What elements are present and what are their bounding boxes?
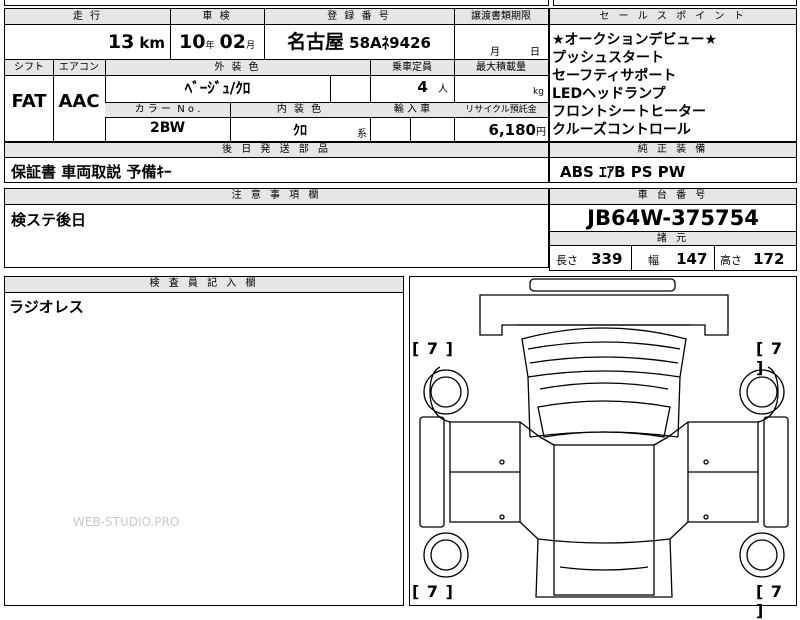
registration-number: 名古屋 58Aﾈ9426 <box>287 31 431 53</box>
diagram-label-top-right: [ 7 ] <box>756 339 784 377</box>
aircon-header: エアコン <box>59 62 99 73</box>
max-load-unit: kg <box>533 87 544 97</box>
inspector-header: 検 査 員 記 入 欄 <box>5 277 403 293</box>
accessories-box: 後 日 発 送 部 品 保証書 車両取説 予備ｷｰ <box>4 142 549 183</box>
shift-value: FAT <box>11 91 47 112</box>
shaken-header: 車 検 <box>202 11 232 22</box>
dimensions-header: 諸 元 <box>550 231 796 246</box>
recycle-value: 6,180円 <box>488 121 546 139</box>
vehicle-info-table: 走 行 車 検 登 録 番 号 譲渡書類期限 13 km 10年 02月 名古屋… <box>4 8 549 142</box>
int-color-value: ｸﾛ <box>293 123 307 139</box>
sales-point-line: ★オークションデビュー★ <box>552 32 718 48</box>
notes-value: 検ステ後日 <box>11 211 87 229</box>
transfer-day: 日 <box>530 47 540 58</box>
top-strip-right <box>553 0 797 6</box>
reg-header: 登 録 番 号 <box>327 11 391 22</box>
sales-points-box: セ ー ル ス ポ イ ン ト ★オークションデビュー★ プッシュスタート セー… <box>549 8 797 142</box>
transfer-header: 譲渡書類期限 <box>471 11 531 22</box>
distance-value: 13 km <box>107 31 165 53</box>
genuine-equipment-box: 純 正 装 備 ABS ｴｱB PS PW <box>549 142 797 183</box>
sales-point-line: クルーズコントロール <box>552 122 691 138</box>
import-header: 輸 入 車 <box>393 104 431 115</box>
car-diagram <box>419 278 789 598</box>
sales-point-line: LEDヘッドランプ <box>552 86 666 102</box>
recycle-header: リサイクル預託金 <box>465 105 537 115</box>
watermark: WEB-STUDIO.PRO <box>73 515 180 529</box>
color-no-header: カ ラ ー N o . <box>134 104 201 115</box>
sales-points-list: ★オークションデビュー★ プッシュスタート セーフティサポート LEDヘッドラン… <box>552 31 796 141</box>
color-no-value: 2BW <box>149 120 186 136</box>
distance-header: 走 行 <box>72 11 103 22</box>
sales-point-line: フロントシートヒーター <box>552 104 706 120</box>
ext-color-header: 外 装 色 <box>214 62 261 73</box>
genuine-equipment-header: 純 正 装 備 <box>550 142 796 158</box>
aircon-value: AAC <box>58 91 100 112</box>
ext-color-value: ﾍﾞｰｼﾞｭ/ｸﾛ <box>184 79 251 97</box>
shaken-value: 10年 02月 <box>178 31 256 53</box>
height-cell: 高さ 172 <box>720 250 785 268</box>
chassis-box: 車 台 番 号 JB64W-375754 諸 元 長さ 339 幅 147 高さ… <box>549 188 797 271</box>
capacity-header: 乗車定員 <box>392 62 432 73</box>
sales-points-header: セ ー ル ス ポ イ ン ト <box>550 9 796 25</box>
shift-header: シフト <box>14 62 44 73</box>
accessories-header: 後 日 発 送 部 品 <box>5 142 548 158</box>
diagram-label-top-left: [ 7 ] <box>412 339 454 358</box>
transfer-month: 月 <box>490 47 500 58</box>
sales-point-line: プッシュスタート <box>552 50 664 66</box>
diagram-label-bottom-left: [ 7 ] <box>412 582 454 601</box>
top-strip <box>4 0 549 6</box>
diagram-label-bottom-right: [ 7 ] <box>756 582 784 620</box>
length-cell: 長さ 339 <box>556 250 623 268</box>
inspector-box: 検 査 員 記 入 欄 ラジオレス WEB-STUDIO.PRO <box>4 276 404 606</box>
notes-header: 注 意 事 項 欄 <box>5 189 548 205</box>
inspector-value: ラジオレス <box>9 298 84 316</box>
int-color-header: 内 装 色 <box>276 104 324 115</box>
car-diagram-box: [ 7 ] [ 7 ] [ 7 ] [ 7 ] <box>409 276 797 620</box>
width-cell: 幅 147 <box>648 250 708 268</box>
accessories-value: 保証書 車両取説 予備ｷｰ <box>11 163 172 181</box>
chassis-header: 車 台 番 号 <box>550 189 796 205</box>
int-color-suffix: 系 <box>357 129 367 140</box>
chassis-number: JB64W-375754 <box>587 206 759 230</box>
capacity-value: 4 人 <box>417 78 448 96</box>
max-load-header: 最大積載量 <box>476 62 526 73</box>
notes-box: 注 意 事 項 欄 検ステ後日 <box>4 188 549 268</box>
genuine-equipment-value: ABS ｴｱB PS PW <box>560 163 686 181</box>
sales-point-line: セーフティサポート <box>552 68 677 84</box>
